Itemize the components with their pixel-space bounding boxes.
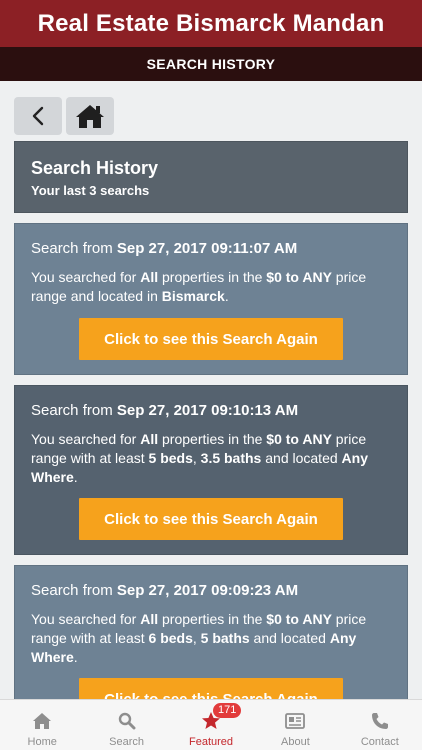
app-title: Real Estate Bismarck Mandan <box>0 0 422 47</box>
chevron-left-icon <box>32 106 44 126</box>
tab-label: Featured <box>189 736 234 748</box>
search-history-panel: Search History Your last 3 searchs <box>14 141 408 213</box>
tab-home[interactable]: Home <box>0 700 84 750</box>
phone-icon <box>369 710 391 732</box>
page-title: SEARCH HISTORY <box>0 47 422 81</box>
search-date: Search from Sep 27, 2017 09:10:13 AM <box>31 402 299 419</box>
tab-label: Search <box>109 736 145 748</box>
tab-featured[interactable]: 171 Featured <box>169 700 253 750</box>
panel-subtitle: Your last 3 searchs <box>31 183 150 198</box>
search-date: Search from Sep 27, 2017 09:09:23 AM <box>31 582 299 599</box>
search-description: You searched for All properties in the $… <box>31 269 367 304</box>
search-card: Search from Sep 27, 2017 09:09:23 AM You… <box>14 565 408 699</box>
main-content[interactable]: Search History Your last 3 searchs Searc… <box>0 81 422 699</box>
home-button[interactable] <box>66 97 114 135</box>
search-date: Search from Sep 27, 2017 09:11:07 AM <box>31 240 298 257</box>
id-card-icon <box>284 710 306 732</box>
search-again-button[interactable]: Click to see this Search Again <box>79 318 343 360</box>
search-card: Search from Sep 27, 2017 09:11:07 AM You… <box>14 223 408 375</box>
panel-title: Search History <box>31 158 159 178</box>
tab-label: About <box>281 736 310 748</box>
home-icon <box>31 710 53 732</box>
search-again-button[interactable]: Click to see this Search Again <box>79 498 343 540</box>
search-card: Search from Sep 27, 2017 09:10:13 AM You… <box>14 385 408 555</box>
search-description: You searched for All properties in the $… <box>31 611 367 665</box>
tab-bar: Home Search 171 Featured About Contact <box>0 699 422 750</box>
tab-label: Contact <box>360 736 399 748</box>
tab-about[interactable]: About <box>253 700 337 750</box>
nav-buttons <box>14 97 114 135</box>
home-icon <box>76 105 104 128</box>
featured-count-badge: 171 <box>213 703 242 718</box>
tab-label: Home <box>27 736 57 748</box>
search-again-button[interactable]: Click to see this Search Again <box>79 678 343 699</box>
search-description: You searched for All properties in the $… <box>31 431 368 485</box>
tab-contact[interactable]: Contact <box>338 700 422 750</box>
search-icon <box>116 710 138 732</box>
back-button[interactable] <box>14 97 62 135</box>
tab-search[interactable]: Search <box>84 700 168 750</box>
